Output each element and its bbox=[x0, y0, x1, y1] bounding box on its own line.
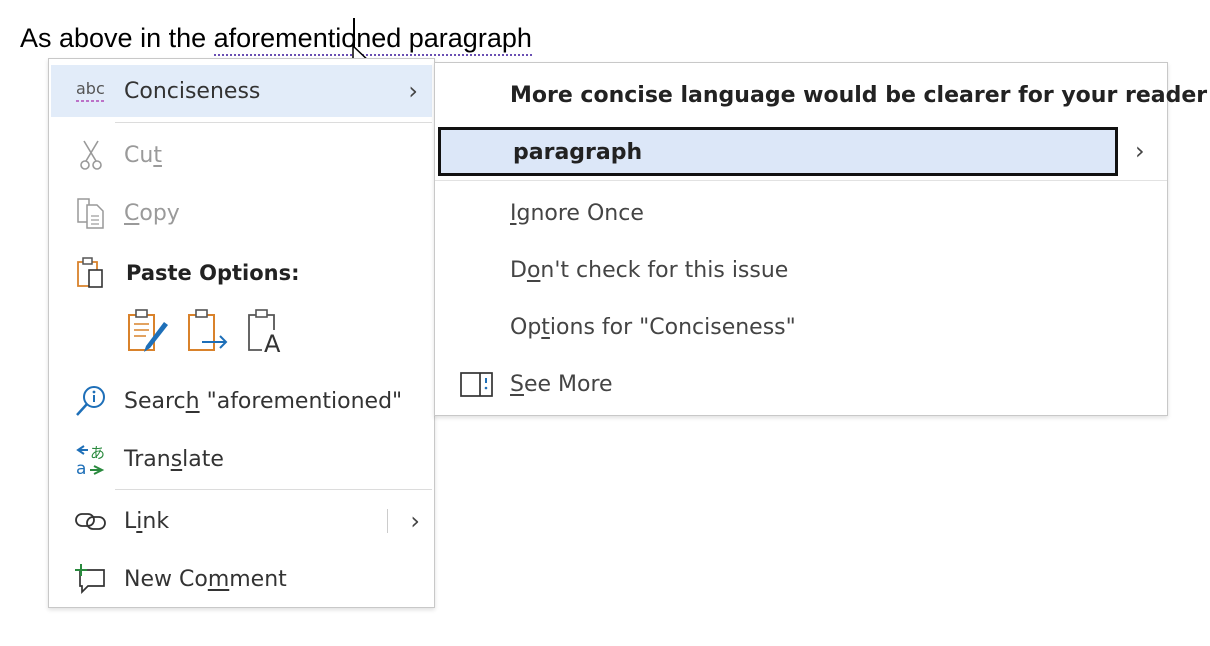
conciseness-label: Conciseness bbox=[124, 78, 261, 104]
abc-spelling-icon: abc bbox=[73, 73, 109, 109]
chevron-right-icon[interactable]: › bbox=[1135, 137, 1145, 165]
options-conciseness-item[interactable]: Options for "Conciseness" bbox=[510, 315, 796, 340]
svg-text:abc: abc bbox=[76, 79, 105, 98]
merge-formatting-icon[interactable] bbox=[185, 307, 231, 355]
svg-text:あ: あ bbox=[90, 444, 105, 462]
keep-text-only-icon[interactable]: A bbox=[245, 307, 291, 355]
dont-check-item[interactable]: Don't check for this issue bbox=[510, 258, 788, 283]
new-comment-icon bbox=[73, 561, 109, 597]
new-comment-menu-item[interactable]: New Comment bbox=[49, 555, 434, 603]
copy-menu-item[interactable]: Copy bbox=[49, 189, 434, 237]
conciseness-menu-item[interactable]: abc Conciseness › bbox=[51, 65, 432, 117]
translate-label: Translate bbox=[124, 446, 224, 472]
suggestion-label: paragraph bbox=[513, 140, 643, 165]
separator bbox=[435, 180, 1167, 181]
pane-icon bbox=[460, 371, 494, 403]
chevron-right-icon[interactable]: › bbox=[410, 507, 420, 535]
clipboard-icon bbox=[73, 255, 109, 291]
translate-menu-item[interactable]: あ a Translate bbox=[49, 435, 434, 483]
see-more-label: See More bbox=[510, 372, 613, 397]
svg-text:A: A bbox=[264, 330, 281, 354]
document-text[interactable]: As above in the aforementioned paragraph bbox=[20, 20, 532, 56]
keep-source-formatting-icon[interactable] bbox=[125, 307, 171, 355]
paste-options-header: Paste Options: bbox=[49, 249, 434, 297]
search-label: Search "aforementioned" bbox=[124, 388, 403, 414]
conciseness-submenu: More concise language would be clearer f… bbox=[434, 62, 1207, 416]
submenu-title: More concise language would be clearer f… bbox=[510, 83, 1208, 108]
link-menu-item[interactable]: Link › bbox=[49, 497, 434, 545]
copy-label: Copy bbox=[124, 200, 180, 226]
new-comment-label: New Comment bbox=[124, 566, 287, 592]
context-menu: abc Conciseness › Cut Copy Paste Options… bbox=[48, 58, 435, 608]
document-text-plain: As above in the bbox=[20, 23, 214, 53]
cut-menu-item[interactable]: Cut bbox=[49, 131, 434, 179]
ignore-once-item[interactable]: Ignore Once bbox=[510, 201, 644, 226]
copy-icon bbox=[73, 195, 109, 231]
suggestion-item[interactable]: paragraph bbox=[438, 127, 1118, 176]
see-more-item[interactable]: See More bbox=[435, 361, 1167, 411]
chevron-right-icon: › bbox=[408, 77, 418, 105]
translate-icon: あ a bbox=[73, 441, 109, 477]
paste-buttons: A bbox=[125, 307, 291, 355]
link-icon bbox=[73, 503, 109, 539]
separator bbox=[115, 489, 432, 490]
link-label: Link bbox=[124, 508, 170, 534]
search-menu-item[interactable]: Search "aforementioned" bbox=[49, 377, 434, 425]
cut-label: Cut bbox=[124, 142, 162, 168]
paste-options-label: Paste Options: bbox=[126, 261, 300, 285]
svg-text:a: a bbox=[76, 459, 86, 476]
search-info-icon bbox=[73, 383, 109, 419]
separator bbox=[115, 122, 432, 123]
scissors-icon bbox=[73, 137, 109, 173]
split-divider bbox=[387, 509, 388, 533]
